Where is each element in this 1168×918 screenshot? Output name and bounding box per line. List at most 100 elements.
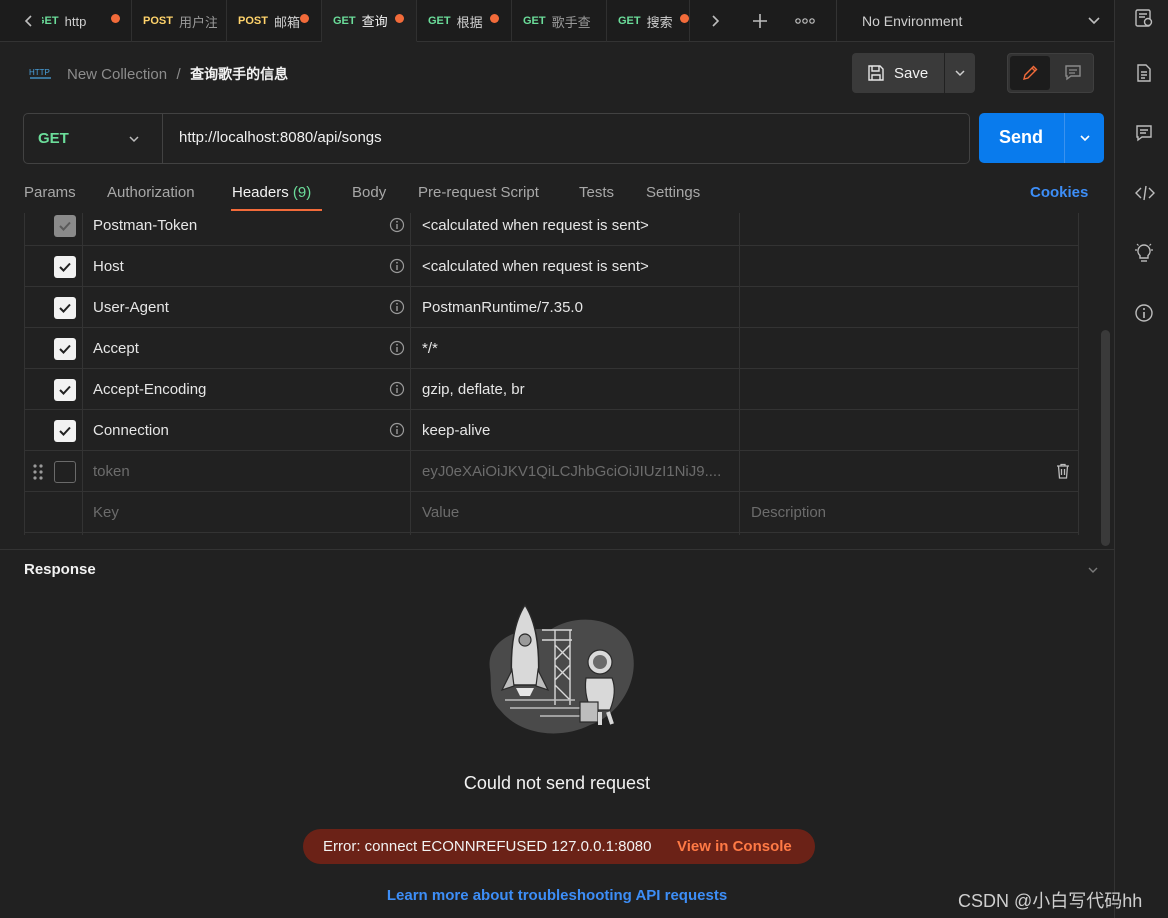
chevron-down-icon[interactable]	[1087, 564, 1099, 576]
active-tab-indicator	[231, 209, 322, 211]
send-options-button[interactable]	[1065, 113, 1104, 163]
table-scrollbar[interactable]	[1101, 330, 1110, 546]
info-icon[interactable]	[389, 217, 405, 233]
table-row: Postman-Token <calculated when request i…	[25, 213, 1078, 246]
header-key[interactable]: Accept	[93, 328, 383, 369]
tab-params[interactable]: Params	[24, 184, 76, 201]
edit-mode-button[interactable]	[1010, 56, 1050, 90]
error-text: Error: connect ECONNREFUSED 127.0.0.1:80…	[323, 838, 652, 855]
tab-settings[interactable]: Settings	[646, 184, 700, 201]
header-enabled-checkbox[interactable]	[54, 338, 76, 360]
header-value[interactable]: eyJ0eXAiOiJKV1QiLCJhbGciOiJIUzI1NiJ9....	[422, 451, 730, 492]
save-options-button[interactable]	[945, 53, 975, 93]
environment-quick-look-button[interactable]	[1134, 8, 1154, 28]
tab-http[interactable]: GET http	[42, 0, 132, 42]
chevron-right-icon	[712, 15, 720, 27]
table-row: token eyJ0eXAiOiJKV1QiLCJhbGciOiJIUzI1Ni…	[25, 451, 1078, 492]
code-icon	[1135, 185, 1155, 201]
comments-button[interactable]	[1134, 123, 1154, 143]
tab-email[interactable]: POST 邮箱	[227, 0, 322, 42]
url-bar: GET http://localhost:8080/api/songs	[23, 113, 970, 164]
tab-headers[interactable]: Headers (9)	[232, 184, 311, 201]
header-enabled-checkbox[interactable]	[54, 297, 76, 319]
drag-handle-icon[interactable]	[33, 463, 43, 481]
info-icon[interactable]	[389, 381, 405, 397]
header-enabled-checkbox[interactable]	[54, 420, 76, 442]
headers-table: Postman-Token <calculated when request i…	[24, 213, 1079, 535]
header-value[interactable]: <calculated when request is sent>	[422, 246, 732, 287]
breadcrumb: New Collection / 查询歌手的信息	[67, 64, 288, 84]
header-value[interactable]: */*	[422, 328, 732, 369]
breadcrumb-separator: /	[176, 66, 181, 83]
header-value[interactable]: keep-alive	[422, 410, 732, 451]
tab-method: GET	[428, 15, 451, 27]
header-key[interactable]: Connection	[93, 410, 383, 451]
tab-title: 根据	[456, 14, 483, 30]
tab-by-id[interactable]: GET 根据	[417, 0, 512, 42]
tab-options-button[interactable]	[790, 0, 820, 42]
request-name[interactable]: 查询歌手的信息	[190, 66, 288, 82]
breadcrumb-collection[interactable]: New Collection	[67, 66, 167, 83]
tab-pre-request-script[interactable]: Pre-request Script	[418, 184, 539, 201]
tab-headers-label: Headers	[232, 184, 289, 201]
key-placeholder[interactable]: Key	[93, 492, 383, 533]
comment-mode-button[interactable]	[1053, 56, 1093, 90]
table-row-new: Key Value Description	[25, 492, 1078, 533]
method-select[interactable]: GET	[24, 114, 163, 163]
info-icon[interactable]	[389, 422, 405, 438]
header-value[interactable]: <calculated when request is sent>	[422, 213, 732, 246]
header-key[interactable]: Host	[93, 246, 383, 287]
chevron-down-icon	[1079, 135, 1090, 142]
code-snippet-button[interactable]	[1134, 183, 1155, 203]
troubleshooting-link[interactable]: Learn more about troubleshooting API req…	[0, 887, 1114, 904]
unsaved-dot	[490, 14, 499, 23]
header-enabled-checkbox[interactable]	[54, 256, 76, 278]
request-info-button[interactable]	[1134, 303, 1154, 323]
description-placeholder[interactable]: Description	[751, 492, 1051, 533]
tab-user-register[interactable]: POST 用户注	[132, 0, 227, 42]
scroll-tabs-right-button[interactable]	[700, 0, 730, 42]
header-enabled-checkbox[interactable]	[54, 461, 76, 483]
tab-body[interactable]: Body	[352, 184, 386, 201]
tab-method: POST	[143, 15, 173, 27]
environment-selector[interactable]: No Environment	[836, 0, 1114, 42]
send-button[interactable]: Send	[979, 113, 1104, 163]
tab-query-active[interactable]: GET 查询	[322, 0, 417, 42]
documentation-button[interactable]	[1134, 63, 1154, 83]
tab-tests[interactable]: Tests	[579, 184, 614, 201]
checkmark-icon	[59, 221, 71, 231]
rocket-astronaut-illustration	[489, 603, 634, 734]
info-icon[interactable]	[389, 258, 405, 274]
pencil-icon	[1023, 65, 1038, 80]
header-value[interactable]: PostmanRuntime/7.35.0	[422, 287, 732, 328]
value-placeholder[interactable]: Value	[422, 492, 732, 533]
header-key[interactable]: token	[93, 451, 383, 492]
header-value[interactable]: gzip, deflate, br	[422, 369, 732, 410]
url-input[interactable]: http://localhost:8080/api/songs	[179, 129, 382, 146]
header-key[interactable]: User-Agent	[93, 287, 383, 328]
tab-title: 搜索	[646, 14, 673, 30]
tab-method: POST	[238, 15, 268, 27]
tab-authorization[interactable]: Authorization	[107, 184, 195, 201]
header-enabled-checkbox[interactable]	[54, 215, 76, 237]
new-tab-button[interactable]	[745, 0, 775, 42]
save-button[interactable]: Save	[852, 53, 944, 93]
environment-quick-look-icon	[1135, 9, 1153, 27]
info-icon[interactable]	[389, 299, 405, 315]
headers-count: (9)	[292, 184, 312, 201]
related-button[interactable]	[1134, 242, 1154, 262]
view-mode-toggle	[1007, 53, 1094, 93]
cookies-link[interactable]: Cookies	[1030, 184, 1088, 201]
header-key[interactable]: Accept-Encoding	[93, 369, 383, 410]
trash-icon[interactable]	[1056, 463, 1070, 479]
header-enabled-checkbox[interactable]	[54, 379, 76, 401]
tab-search[interactable]: GET 搜索	[607, 0, 690, 42]
response-message: Could not send request	[463, 773, 651, 793]
header-key[interactable]: Postman-Token	[93, 213, 383, 246]
pane-divider[interactable]	[0, 549, 1114, 550]
scroll-tabs-left-button[interactable]	[14, 0, 44, 42]
tab-method: GET	[618, 15, 641, 27]
tab-singer-query[interactable]: GET 歌手查	[512, 0, 607, 42]
view-in-console-link[interactable]: View in Console	[677, 838, 792, 855]
info-icon[interactable]	[389, 340, 405, 356]
